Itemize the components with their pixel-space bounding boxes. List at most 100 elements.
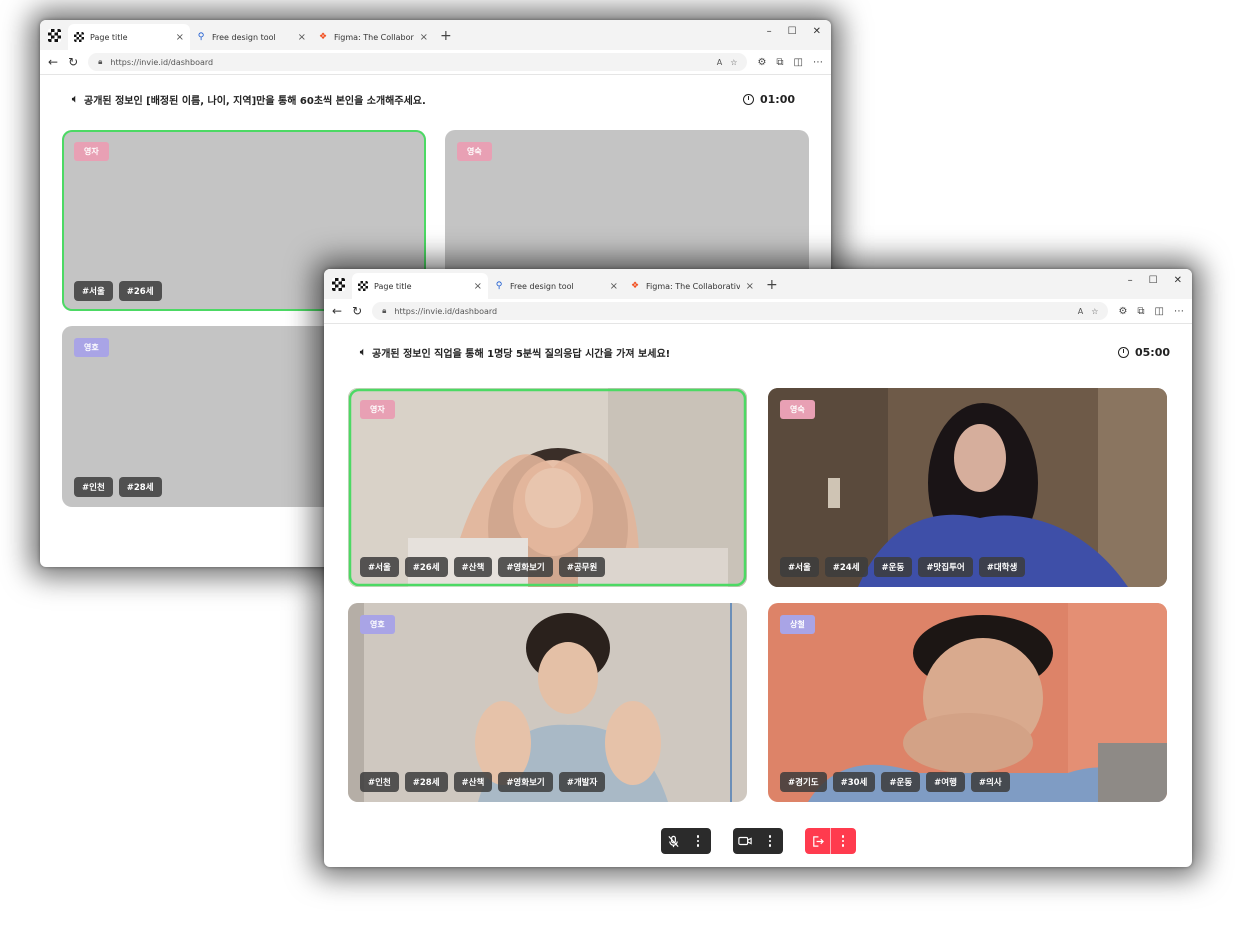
back-arrow-icon[interactable]: ← <box>332 304 342 318</box>
close-icon[interactable]: × <box>420 32 428 43</box>
session-prompt: 🔈︎ 공개된 정보인 직업을 통해 1명당 5분씩 질의응답 시간을 가져 보세… <box>360 347 671 360</box>
maximize-icon[interactable]: ☐ <box>788 26 797 37</box>
video-camera-icon[interactable] <box>733 828 758 854</box>
url-field[interactable]: 🔒︎ https://invie.id/dashboard A ☆ <box>372 302 1109 320</box>
participant-name-badge: 영자 <box>360 400 395 419</box>
read-aloud-icon[interactable]: A <box>1078 307 1083 316</box>
window-controls: – ☐ ✕ <box>767 26 821 37</box>
participant-name-badge: 영숙 <box>780 400 815 419</box>
tag: #26세 <box>118 281 162 301</box>
minimize-icon[interactable]: – <box>767 26 772 37</box>
tab-figma[interactable]: ❖ Figma: The Collaborative × <box>624 273 760 299</box>
back-arrow-icon[interactable]: ← <box>48 55 58 69</box>
tag: #운동 <box>881 772 921 792</box>
tab-figma[interactable]: ❖ Figma: The Collaborative × <box>312 24 434 50</box>
participant-name-badge: 영호 <box>360 615 395 634</box>
clock-icon <box>742 94 754 105</box>
countdown-timer: 05:00 <box>1117 346 1170 359</box>
clock-icon <box>1117 347 1129 358</box>
close-window-icon[interactable]: ✕ <box>1174 275 1182 286</box>
tab-free-design-tool[interactable]: ⚲ Free design tool × <box>488 273 624 299</box>
search-favicon-icon: ⚲ <box>197 32 205 42</box>
tag-list: #서울 #24세 #운동 #맛집투어 #대학생 <box>780 557 1026 577</box>
speaker-icon: 🔈︎ <box>72 94 78 105</box>
video-tile-youngsook[interactable]: 영숙 #서울 #24세 #운동 #맛집투어 #대학생 <box>768 388 1167 587</box>
tab-free-design-tool[interactable]: ⚲ Free design tool × <box>190 24 312 50</box>
mic-options-menu-icon[interactable] <box>686 828 711 854</box>
tab-label: Page title <box>374 281 412 291</box>
url-text: https://invie.id/dashboard <box>394 306 498 316</box>
extensions-icon[interactable]: ⚙ <box>1118 306 1127 317</box>
tag: #맛집투어 <box>918 557 973 577</box>
tab-label: Figma: The Collaborative <box>646 281 740 291</box>
lock-icon: 🔒︎ <box>98 57 103 66</box>
figma-favicon-icon: ❖ <box>318 32 328 42</box>
tag: #산책 <box>453 772 493 792</box>
close-window-icon[interactable]: ✕ <box>813 26 821 37</box>
camera-control <box>732 828 783 854</box>
tag: #운동 <box>873 557 913 577</box>
video-tile-youngho[interactable]: 영호 #인천 #28세 #산책 #영화보기 #개발자 <box>348 603 747 802</box>
tag-list: #경기도 #30세 #운동 #여행 #의사 <box>780 772 1010 792</box>
tab-page-title[interactable]: Page title × <box>352 273 488 299</box>
tab-label: Free design tool <box>212 32 276 42</box>
star-icon[interactable]: ☆ <box>1091 307 1098 316</box>
leave-control <box>804 828 856 854</box>
microphone-muted-icon[interactable] <box>661 828 686 854</box>
close-icon[interactable]: × <box>176 32 184 43</box>
tag: #영화보기 <box>498 772 553 792</box>
tab-bar: Page title × ⚲ Free design tool × ❖ Figm… <box>40 20 831 50</box>
tag: #인천 <box>74 477 113 497</box>
app-logo-icon <box>324 269 352 299</box>
checker-favicon-icon <box>358 281 368 291</box>
tag: #26세 <box>404 557 448 577</box>
reload-icon[interactable]: ↻ <box>352 304 362 318</box>
tag-list: #인천 #28세 <box>74 477 162 497</box>
tab-page-title[interactable]: Page title × <box>68 24 190 50</box>
url-field[interactable]: 🔒︎ https://invie.id/dashboard A ☆ <box>88 53 748 71</box>
tag: #산책 <box>453 557 493 577</box>
tag: #24세 <box>824 557 868 577</box>
lock-icon: 🔒︎ <box>382 306 387 315</box>
tag: #28세 <box>404 772 448 792</box>
close-icon[interactable]: × <box>474 281 482 292</box>
tab-label: Figma: The Collaborative <box>334 32 414 42</box>
participant-name-badge: 영호 <box>74 338 109 357</box>
collections-icon[interactable]: ⧉ <box>1137 306 1144 317</box>
reload-icon[interactable]: ↻ <box>68 55 78 69</box>
countdown-timer: 01:00 <box>742 93 795 106</box>
close-icon[interactable]: × <box>610 281 618 292</box>
tag: #28세 <box>118 477 162 497</box>
participant-name-badge: 영자 <box>74 142 109 161</box>
search-favicon-icon: ⚲ <box>495 281 503 291</box>
tag: #공무원 <box>558 557 606 577</box>
collections-icon[interactable]: ⧉ <box>776 57 783 68</box>
tag-list: #인천 #28세 #산책 #영화보기 #개발자 <box>360 772 606 792</box>
split-screen-icon[interactable]: ◫ <box>1155 306 1164 317</box>
tag: #서울 <box>74 281 113 301</box>
figma-favicon-icon: ❖ <box>630 281 640 291</box>
address-bar: ← ↻ 🔒︎ https://invie.id/dashboard A ☆ ⚙ … <box>324 299 1192 324</box>
window-controls: – ☐ ✕ <box>1128 275 1182 286</box>
close-icon[interactable]: × <box>746 281 754 292</box>
more-icon[interactable]: ⋯ <box>813 57 823 68</box>
maximize-icon[interactable]: ☐ <box>1149 275 1158 286</box>
exit-icon[interactable] <box>805 828 831 854</box>
tag: #서울 <box>780 557 819 577</box>
new-tab-icon[interactable]: + <box>440 28 452 44</box>
video-tile-youngja[interactable]: 영자 #서울 #26세 #산책 #영화보기 #공무원 <box>348 388 747 587</box>
new-tab-icon[interactable]: + <box>766 277 778 293</box>
tag: #30세 <box>832 772 876 792</box>
minimize-icon[interactable]: – <box>1128 275 1133 286</box>
video-tile-sangchul[interactable]: 상철 #경기도 #30세 #운동 #여행 #의사 <box>768 603 1167 802</box>
tag-list: #서울 #26세 <box>74 281 162 301</box>
app-logo-icon <box>40 20 68 50</box>
leave-options-menu-icon[interactable] <box>831 828 856 854</box>
split-screen-icon[interactable]: ◫ <box>794 57 803 68</box>
star-icon[interactable]: ☆ <box>730 58 737 67</box>
more-icon[interactable]: ⋯ <box>1174 306 1184 317</box>
extensions-icon[interactable]: ⚙ <box>757 57 766 68</box>
camera-options-menu-icon[interactable] <box>758 828 783 854</box>
close-icon[interactable]: × <box>298 32 306 43</box>
read-aloud-icon[interactable]: A <box>717 58 722 67</box>
